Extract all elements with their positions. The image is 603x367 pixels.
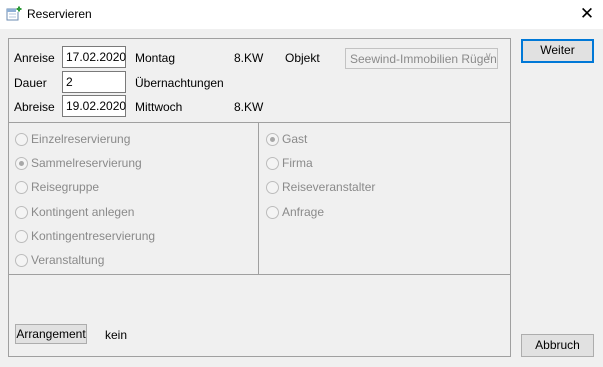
anreise-field[interactable]: 17.02.2020 [62, 46, 126, 68]
radio-circle [266, 181, 279, 194]
radio-circle [15, 181, 28, 194]
close-icon[interactable]: ✕ [575, 3, 599, 25]
objekt-selected-value: Seewind-Immobilien Rügen [350, 52, 497, 66]
radio-label: Sammelreservierung [31, 156, 142, 170]
radio-label: Reiseveranstalter [282, 180, 376, 194]
anreise-weekday: Montag [135, 51, 176, 65]
abbruch-button[interactable]: Abbruch [521, 334, 594, 357]
radio-label: Kontingentreservierung [31, 229, 156, 243]
divider [9, 274, 510, 275]
radio-circle [15, 206, 28, 219]
divider [258, 123, 259, 275]
radio-circle [15, 133, 28, 146]
chevron-down-icon: ∨ [484, 51, 492, 62]
anreise-label: Anreise [14, 51, 55, 65]
radio-label: Anfrage [282, 205, 325, 219]
radio-label: Firma [282, 156, 313, 170]
radio-label: Gast [282, 132, 308, 146]
dauer-unit: Übernachtungen [135, 76, 224, 90]
radio-circle [266, 157, 279, 170]
anreise-calendar-week: 8.KW [234, 51, 264, 65]
abreise-field[interactable]: 19.02.2020 [62, 95, 126, 117]
radio-label: Reisegruppe [31, 180, 100, 194]
abreise-calendar-week: 8.KW [234, 100, 264, 114]
arrangement-button[interactable]: Arrangement [15, 324, 87, 344]
dauer-label: Dauer [14, 76, 47, 90]
calendar-add-icon [6, 6, 22, 21]
radio-label: Einzelreservierung [31, 132, 131, 146]
dauer-field[interactable]: 2 [62, 71, 126, 93]
title-bar: Reservieren ✕ [0, 0, 603, 29]
radio-label: Kontingent anlegen [31, 205, 135, 219]
radio-circle [15, 157, 28, 170]
radio-label: Veranstaltung [31, 253, 105, 267]
radio-circle [266, 133, 279, 146]
arrangement-value: kein [105, 328, 128, 342]
radio-circle [15, 230, 28, 243]
window-title: Reservieren [27, 7, 92, 21]
abreise-label: Abreise [14, 100, 55, 114]
abreise-weekday: Mittwoch [135, 100, 183, 114]
divider [9, 122, 510, 123]
radio-circle [15, 254, 28, 267]
objekt-select[interactable]: Seewind-Immobilien Rügen ∨ [345, 48, 498, 69]
weiter-button[interactable]: Weiter [521, 39, 594, 63]
objekt-label: Objekt [285, 51, 320, 65]
radio-circle [266, 206, 279, 219]
